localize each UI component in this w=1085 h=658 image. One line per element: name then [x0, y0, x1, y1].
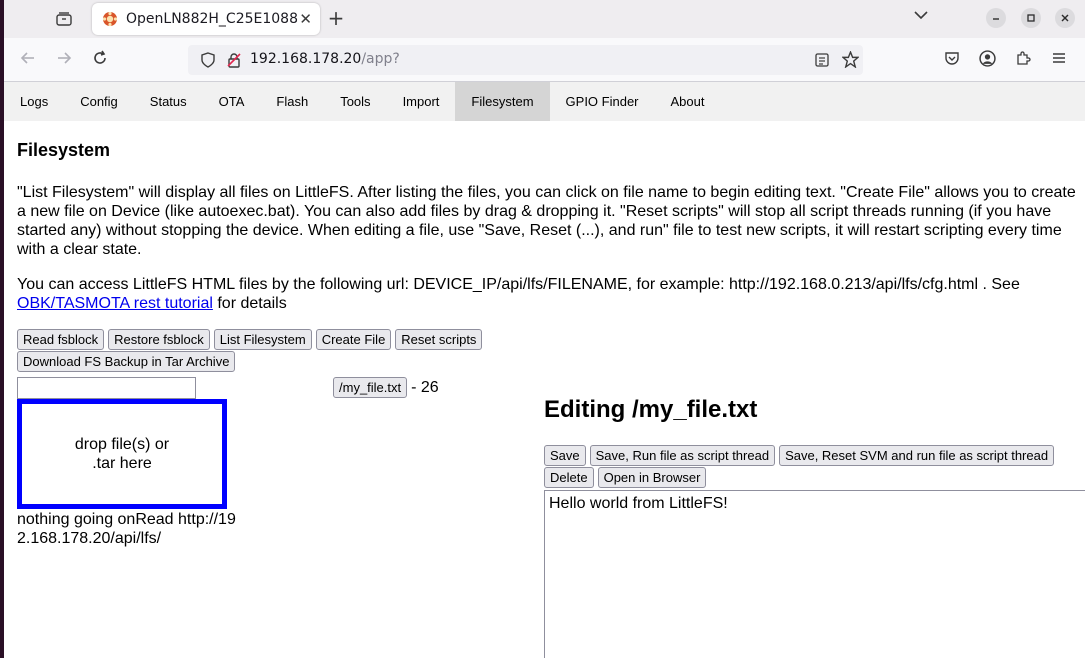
new-file-name-input[interactable] [17, 377, 196, 399]
page-content: Logs Config Status OTA Flash Tools Impor… [4, 82, 1085, 658]
menu-icon[interactable] [1049, 50, 1069, 70]
reader-view-icon[interactable] [814, 52, 830, 72]
tab-close-icon[interactable]: ✕ [299, 10, 312, 28]
tab-ota[interactable]: OTA [203, 82, 261, 121]
download-backup-button[interactable]: Download FS Backup in Tar Archive [17, 351, 236, 372]
tab-title: OpenLN882H_C25E1088 [126, 11, 298, 27]
status-text: nothing going onRead http://192.168.178.… [17, 511, 236, 547]
url-bar[interactable]: 192.168.178.20/app? [188, 45, 863, 75]
minimize-icon[interactable] [986, 8, 1006, 28]
tab-status[interactable]: Status [134, 82, 203, 121]
tab-import[interactable]: Import [387, 82, 456, 121]
shield-icon[interactable] [200, 52, 216, 72]
create-file-button[interactable]: Create File [315, 329, 392, 350]
file-name-button[interactable]: /my_file.txt [333, 377, 408, 398]
tab-filesystem[interactable]: Filesystem [455, 82, 550, 121]
new-tab-icon[interactable]: + [324, 8, 348, 30]
favicon-icon [102, 11, 118, 27]
url-info-suffix: for details [212, 295, 287, 312]
url-host: 192.168.178.20 [250, 51, 362, 67]
filesystem-description: "List Filesystem" will display all files… [17, 184, 1076, 258]
tab-config[interactable]: Config [64, 82, 134, 121]
tab-flash[interactable]: Flash [260, 82, 324, 121]
editor-title: Editing /my_file.txt [544, 396, 758, 423]
reset-scripts-button[interactable]: Reset scripts [395, 329, 483, 350]
file-size: - 26 [411, 378, 439, 396]
insecure-lock-icon[interactable] [226, 52, 242, 72]
back-icon[interactable] [18, 50, 38, 70]
url-text[interactable]: 192.168.178.20/app? [250, 51, 400, 67]
pocket-icon[interactable] [942, 50, 962, 70]
tab-tools[interactable]: Tools [324, 82, 386, 121]
file-drop-zone[interactable]: drop file(s) or .tar here [17, 399, 227, 509]
list-filesystem-button[interactable]: List Filesystem [213, 329, 312, 350]
delete-button[interactable]: Delete [544, 467, 594, 488]
bookmark-star-icon[interactable] [841, 50, 860, 72]
list-tabs-icon[interactable] [914, 8, 928, 24]
forward-icon[interactable] [54, 50, 74, 70]
reload-icon[interactable] [90, 50, 110, 70]
url-info-text: You can access LittleFS HTML files by th… [17, 275, 1077, 313]
account-icon[interactable] [977, 50, 997, 70]
browser-window: OpenLN882H_C25E1088 ✕ + 192.168.178.20/a… [4, 0, 1085, 658]
save-button[interactable]: Save [544, 445, 586, 466]
rest-tutorial-link[interactable]: OBK/TASMOTA rest tutorial [17, 295, 213, 312]
fs-button-row: Read fsblock Restore fsblock List Filesy… [17, 329, 483, 350]
url-path: /app? [361, 51, 400, 67]
save-reset-run-button[interactable]: Save, Reset SVM and run file as script t… [779, 445, 1055, 466]
extensions-icon[interactable] [1013, 50, 1033, 70]
app-menu-bar: Logs Config Status OTA Flash Tools Impor… [4, 82, 1085, 121]
close-window-icon[interactable] [1055, 8, 1075, 28]
drop-zone-text: drop file(s) or .tar here [74, 436, 170, 472]
file-editor-textarea[interactable]: Hello world from LittleFS! [544, 490, 1085, 658]
editor-button-row: Save Save, Run file as script thread Sav… [544, 445, 1055, 466]
open-in-browser-button[interactable]: Open in Browser [597, 467, 707, 488]
navigation-bar: 192.168.178.20/app? [4, 38, 1085, 82]
tab-strip: OpenLN882H_C25E1088 ✕ + [4, 0, 1085, 38]
editor-button-row-2: Delete Open in Browser [544, 467, 707, 488]
tab-about[interactable]: About [655, 82, 721, 121]
save-run-button[interactable]: Save, Run file as script thread [589, 445, 776, 466]
read-fsblock-button[interactable]: Read fsblock [17, 329, 105, 350]
tab-logs[interactable]: Logs [4, 82, 64, 121]
restore-fsblock-button[interactable]: Restore fsblock [108, 329, 210, 350]
fs-button-row-2: Download FS Backup in Tar Archive [17, 351, 236, 372]
file-list-item: /my_file.txt - 26 [333, 377, 439, 398]
tab-gpio-finder[interactable]: GPIO Finder [550, 82, 655, 121]
browser-tab-active[interactable]: OpenLN882H_C25E1088 ✕ [92, 3, 320, 35]
url-info-prefix: You can access LittleFS HTML files by th… [17, 276, 1020, 293]
tab-groups-icon[interactable] [52, 8, 76, 30]
page-title: Filesystem [17, 140, 111, 160]
maximize-icon[interactable] [1021, 8, 1041, 28]
